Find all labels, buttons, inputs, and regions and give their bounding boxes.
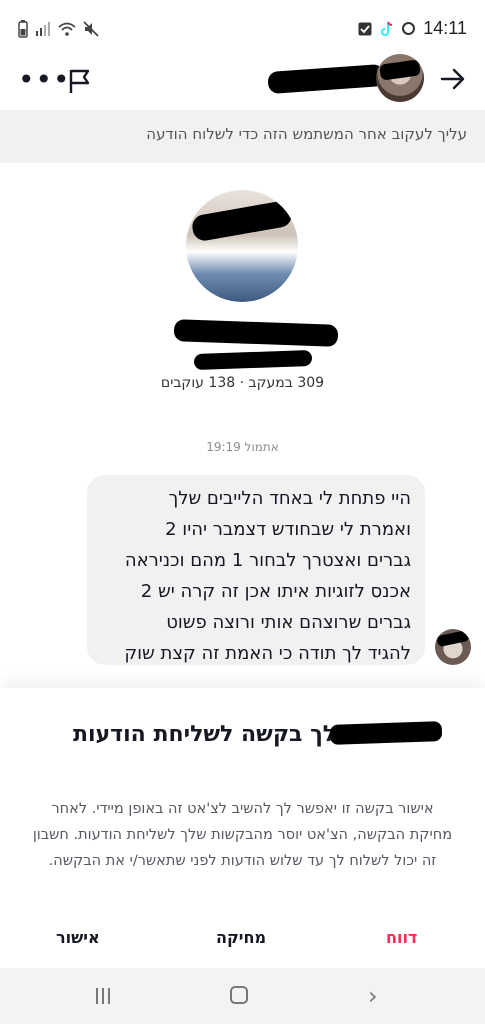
redacted-display-name [173, 319, 339, 347]
accept-button[interactable]: אישור [56, 928, 100, 947]
profile-avatar[interactable] [186, 190, 298, 302]
redacted-requester-name [329, 721, 443, 745]
banner-text: עליך לעקוב אחר המשתמש הזה כדי לשלוח הודע… [146, 125, 467, 143]
arrow-right-icon[interactable] [438, 64, 468, 94]
more-icon[interactable]: ••• [18, 66, 71, 94]
home-icon[interactable] [230, 986, 248, 1004]
status-time: 14:11 [423, 18, 467, 38]
report-button[interactable]: דווח [386, 928, 417, 947]
message-request-sheet: שלח/ה לך בקשה לשליחת הודעות אישור בקשה ז… [0, 688, 485, 968]
status-right-icons: 14:11 [358, 18, 467, 39]
check-notification-icon [358, 22, 372, 35]
signal-icon [36, 22, 50, 36]
request-description: אישור בקשה זו יאפשר לך להשיב לצ'אט זה בא… [32, 801, 453, 869]
redacted-handle [193, 349, 313, 371]
status-bar: 14:11 [0, 0, 485, 58]
system-nav-bar: › [0, 968, 485, 1024]
mute-icon [83, 21, 99, 37]
battery-icon [18, 20, 28, 38]
tiktok-icon [381, 21, 393, 36]
chat-header: ••• [0, 54, 485, 111]
follow-required-banner: עליך לעקוב אחר המשתמש הזה כדי לשלוח הודע… [0, 111, 485, 163]
status-left-icons [18, 20, 99, 38]
redacted-username [267, 63, 385, 95]
b-icon [402, 22, 416, 35]
recent-apps-icon[interactable] [96, 988, 110, 1004]
profile-stats: 309 במעקב · 138 עוקבים [160, 375, 325, 391]
header-avatar[interactable] [376, 54, 424, 102]
message-bubble[interactable]: היי פתחת לי באחד הלייבים שלך ואמרת לי שב… [87, 475, 425, 665]
flag-icon[interactable] [66, 67, 94, 95]
wifi-icon [58, 22, 76, 36]
request-actions: דווח מחיקה אישור [0, 928, 485, 958]
delete-button[interactable]: מחיקה [216, 928, 266, 947]
back-icon[interactable]: › [368, 982, 378, 1010]
sender-avatar[interactable] [435, 629, 471, 665]
message-timestamp: אתמול 19:19 [206, 440, 279, 454]
